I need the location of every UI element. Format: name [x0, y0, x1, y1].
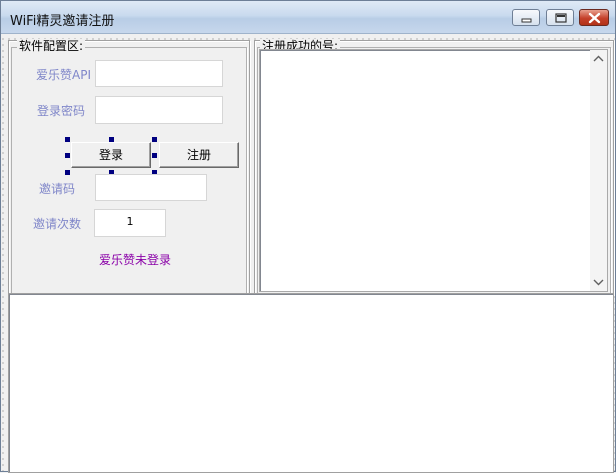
- close-button[interactable]: [579, 9, 609, 26]
- maximize-button[interactable]: [546, 9, 574, 26]
- invite-code-input[interactable]: [95, 174, 207, 201]
- password-label: 登录密码: [36, 104, 85, 118]
- api-input[interactable]: [95, 60, 223, 87]
- password-input[interactable]: [95, 96, 223, 124]
- minimize-button[interactable]: [512, 9, 540, 26]
- invite-count-input[interactable]: 1: [94, 209, 166, 237]
- title-bar[interactable]: WiFi精灵邀请注册: [1, 1, 615, 34]
- selection-handle[interactable]: [152, 153, 157, 158]
- config-group-legend: 软件配置区:: [17, 39, 86, 53]
- results-panel: 注册成功的号:: [254, 39, 614, 295]
- selection-handle[interactable]: [109, 137, 114, 142]
- selection-handle[interactable]: [65, 137, 70, 142]
- maximize-icon: [555, 13, 567, 23]
- minimize-icon: [521, 18, 532, 23]
- config-panel: 软件配置区: 爱乐赞API 登录密码 登录 注册 邀请码 邀请次数 1 爱乐赞未…: [8, 39, 250, 295]
- scroll-up-icon[interactable]: [590, 52, 607, 66]
- invite-count-label: 邀请次数: [32, 217, 81, 231]
- client-area: 软件配置区: 爱乐赞API 登录密码 登录 注册 邀请码 邀请次数 1 爱乐赞未…: [1, 34, 615, 473]
- selection-handle[interactable]: [65, 170, 70, 175]
- login-status: 爱乐赞未登录: [99, 253, 172, 267]
- login-button[interactable]: 登录: [71, 142, 151, 168]
- results-scrollbar[interactable]: [590, 50, 607, 291]
- registered-accounts-list[interactable]: [259, 49, 608, 292]
- invite-code-label: 邀请码: [38, 182, 75, 196]
- selection-handle[interactable]: [65, 153, 70, 158]
- close-icon: [588, 12, 601, 24]
- selection-handle[interactable]: [152, 137, 157, 142]
- window-title: WiFi精灵邀请注册: [10, 14, 115, 29]
- scroll-down-icon[interactable]: [590, 275, 607, 289]
- api-label: 爱乐赞API: [36, 68, 91, 82]
- register-button[interactable]: 注册: [159, 142, 239, 168]
- log-textarea[interactable]: [8, 293, 614, 473]
